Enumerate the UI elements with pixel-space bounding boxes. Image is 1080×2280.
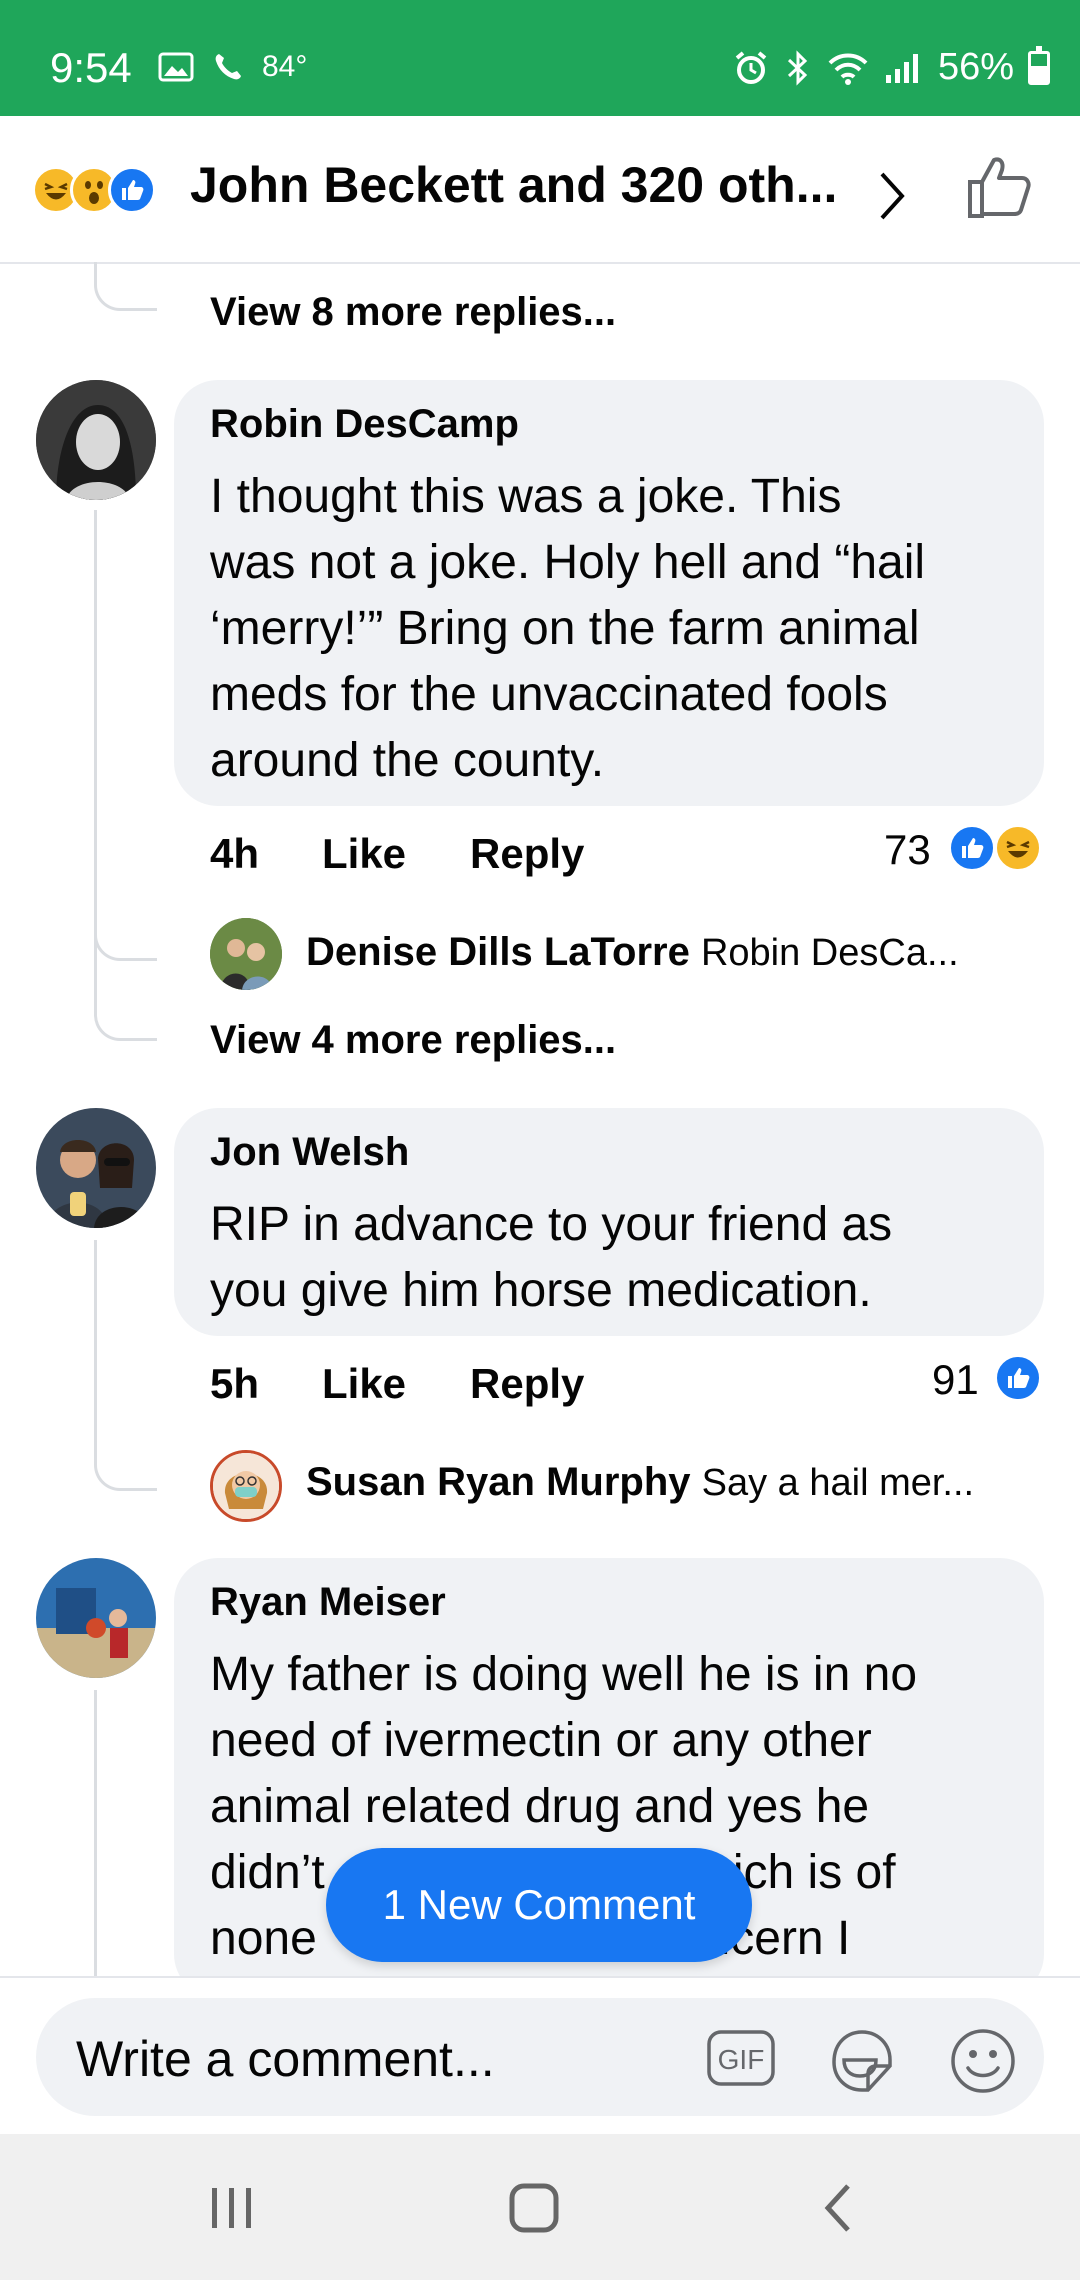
chevron-right-icon[interactable] <box>872 166 912 226</box>
recent-apps-icon[interactable] <box>202 2178 262 2238</box>
image-icon <box>158 52 194 82</box>
reply-preview[interactable]: Susan Ryan Murphy Say a hail mer... <box>306 1460 974 1505</box>
thread-connector <box>94 980 157 1041</box>
thread-connector <box>94 900 157 961</box>
reply-button[interactable]: Reply <box>470 830 584 878</box>
comment-bubble[interactable]: Robin DesCamp I thought this was a joke.… <box>174 380 1044 806</box>
comment-author[interactable]: Ryan Meiser <box>210 1580 446 1625</box>
comment-text-line: you give him horse medication. <box>210 1264 872 1317</box>
alarm-icon <box>735 50 767 84</box>
comment-text-line: was not a joke. Holy hell and “hail <box>210 536 926 589</box>
comment-input-placeholder[interactable]: Write a comment... <box>76 2030 495 2088</box>
comment-timestamp[interactable]: 5h <box>210 1360 259 1408</box>
like-reaction-icon <box>108 166 156 214</box>
gif-icon[interactable]: GIF <box>706 2026 776 2090</box>
like-button[interactable]: Like <box>322 1360 406 1408</box>
thread-connector <box>94 262 157 311</box>
thread-line <box>94 1690 97 1980</box>
reactions-header[interactable]: John Beckett and 320 oth... <box>0 116 1080 264</box>
comment-text-line: My father is doing well he is in no <box>210 1648 918 1701</box>
like-reaction-icon <box>994 1354 1042 1402</box>
system-nav-bar <box>0 2134 1080 2280</box>
comment-author[interactable]: Robin DesCamp <box>210 402 519 447</box>
comment-bubble[interactable]: Jon Welsh RIP in advance to your friend … <box>174 1108 1044 1336</box>
battery-percent: 56% <box>937 46 1014 88</box>
comment-text-line: animal related drug and yes he <box>210 1780 870 1833</box>
thread-line <box>94 1240 97 1450</box>
battery-icon <box>1028 45 1050 85</box>
view-more-replies-link[interactable]: View 8 more replies... <box>210 290 616 335</box>
comment-author[interactable]: Jon Welsh <box>210 1130 409 1175</box>
like-reaction-icon <box>948 824 996 872</box>
reply-author[interactable]: Susan Ryan Murphy <box>306 1460 691 1504</box>
status-bar: 9:54 84° 56% <box>0 0 1080 116</box>
reaction-count[interactable]: 73 <box>884 826 931 874</box>
compose-bar: Write a comment... GIF <box>0 1976 1080 2136</box>
reply-snippet: Say a hail mer... <box>701 1462 975 1504</box>
home-icon[interactable] <box>504 2178 564 2238</box>
reply-author[interactable]: Denise Dills LaTorre <box>306 930 690 974</box>
avatar-ryan-meiser[interactable] <box>36 1558 156 1678</box>
phone-icon <box>215 54 241 80</box>
emoji-icon[interactable] <box>948 2026 1018 2096</box>
reply-preview[interactable]: Denise Dills LaTorre Robin DesCa... <box>306 930 959 975</box>
comment-input[interactable]: Write a comment... GIF <box>36 1998 1044 2116</box>
comment-text-line: need of ivermectin or any other <box>210 1714 872 1767</box>
view-more-replies-link[interactable]: View 4 more replies... <box>210 1018 616 1063</box>
new-comment-button[interactable]: 1 New Comment <box>326 1848 752 1962</box>
reply-button[interactable]: Reply <box>470 1360 584 1408</box>
like-button[interactable]: Like <box>322 830 406 878</box>
back-icon[interactable] <box>810 2178 870 2238</box>
sticker-icon[interactable] <box>826 2026 896 2096</box>
reaction-summary[interactable] <box>32 166 156 214</box>
avatar-susan-ryan-murphy[interactable] <box>210 1450 282 1522</box>
avatar-robin-descamp[interactable] <box>36 380 156 500</box>
comment-text-line: RIP in advance to your friend as <box>210 1198 893 1251</box>
weather-temperature: 84° <box>262 50 308 83</box>
svg-text:GIF: GIF <box>718 2044 765 2075</box>
comment-text-line: I thought this was a joke. This <box>210 470 842 523</box>
wifi-icon <box>828 53 868 85</box>
signal-icon <box>885 53 918 83</box>
avatar-jon-welsh[interactable] <box>36 1108 156 1228</box>
haha-reaction-icon <box>994 824 1042 872</box>
comment-text-line: ‘merry!’” Bring on the farm animal <box>210 602 920 655</box>
like-button-icon[interactable] <box>964 152 1034 222</box>
thread-connector <box>94 1430 157 1491</box>
reaction-count[interactable]: 91 <box>932 1356 979 1404</box>
reply-snippet: Robin DesCa... <box>700 932 959 974</box>
status-time: 9:54 <box>50 44 132 91</box>
reactors-title[interactable]: John Beckett and 320 oth... <box>190 156 837 214</box>
bluetooth-icon <box>787 49 808 86</box>
avatar-denise-dills-latorre[interactable] <box>210 918 282 990</box>
comment-text-line: around the county. <box>210 734 605 787</box>
comment-text-line: meds for the unvaccinated fools <box>210 668 888 721</box>
comment-timestamp[interactable]: 4h <box>210 830 259 878</box>
